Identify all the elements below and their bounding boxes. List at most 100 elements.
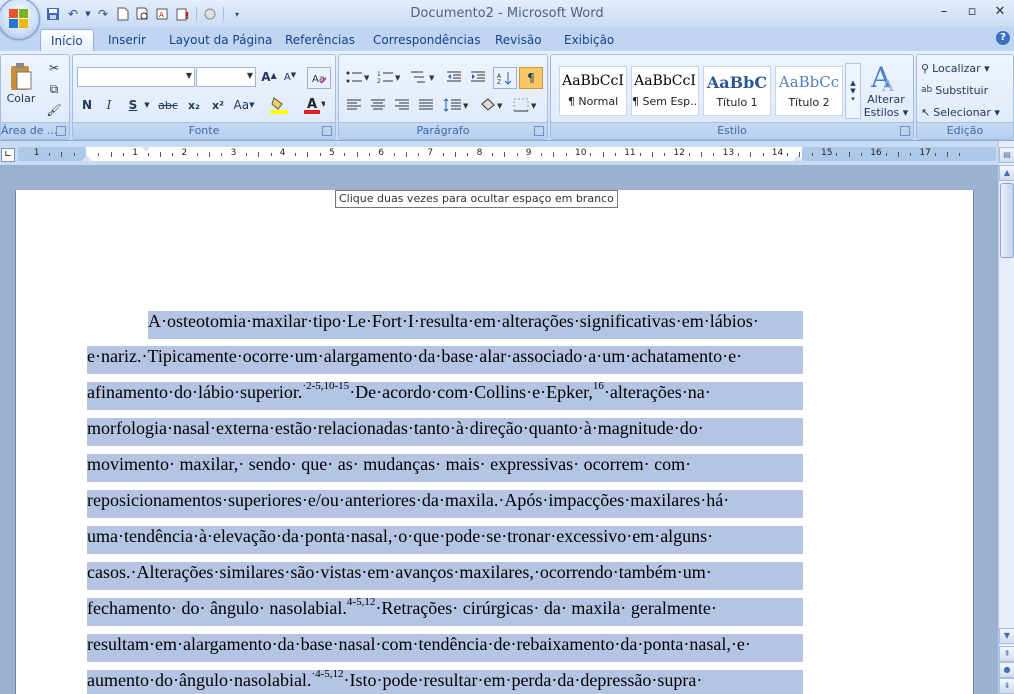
first-line-indent-marker[interactable] xyxy=(141,146,151,152)
increase-indent-icon[interactable] xyxy=(467,67,489,87)
bullets-icon[interactable]: ▼ xyxy=(343,67,371,87)
horizontal-ruler[interactable]: 1 1 2 3 4 5 6 7 8 9 10 11 12 13 14 15 16 17 xyxy=(18,146,996,161)
style-normal[interactable]: AaBbCcI ¶ Normal xyxy=(559,66,627,116)
find-button[interactable]: ⚲ Localizar ▾ xyxy=(921,58,1011,78)
text-line: uma·tendência·à·elevação·da·ponta·nasal,… xyxy=(87,526,803,554)
underline-dropdown-icon[interactable]: ▼ xyxy=(143,95,151,115)
style-titulo-2[interactable]: AaBbCc Título 2 xyxy=(775,66,843,116)
ruler-tick xyxy=(934,153,936,156)
line-spacing-icon[interactable]: ▼ xyxy=(441,95,471,115)
chevron-down-icon[interactable]: ▼ xyxy=(850,87,855,95)
scroll-thumb[interactable] xyxy=(1000,183,1014,258)
ruler-number: 1 xyxy=(132,148,138,158)
shrink-font-icon[interactable]: A ▼ xyxy=(280,67,300,87)
previous-page-icon[interactable]: ⇞ xyxy=(999,646,1014,662)
browse-object-icon[interactable]: ● xyxy=(999,662,1014,678)
window-title: Documento2 - Microsoft Word xyxy=(410,6,604,21)
clear-format-icon[interactable]: Aa xyxy=(307,67,331,89)
scroll-up-icon[interactable]: ▲ xyxy=(999,165,1014,181)
tab-revisao[interactable]: Revisão xyxy=(495,29,542,51)
hanging-indent-marker[interactable] xyxy=(82,155,92,161)
select-button[interactable]: ↖ Selecionar ▾ xyxy=(921,102,1011,122)
change-styles-button[interactable]: AA Alterar Estilos ▾ xyxy=(863,59,909,121)
text-line: e·nariz.·Tipicamente·ocorre·um·alargamen… xyxy=(87,346,803,374)
tab-exibicao[interactable]: Exibição xyxy=(564,29,614,51)
tab-referencias[interactable]: Referências xyxy=(285,29,355,51)
svg-text:Z: Z xyxy=(497,79,501,85)
font-color-icon: A ▼ xyxy=(304,97,325,114)
ruler-tick xyxy=(836,153,838,156)
text-line: resultam·em·alargamento·da·base·nasal·co… xyxy=(87,634,803,662)
show-marks-icon[interactable]: ¶ xyxy=(519,67,543,89)
chevron-up-icon[interactable]: ▲ xyxy=(850,79,855,87)
text-line: casos.·Alterações·similares·são·vistas·e… xyxy=(87,562,803,590)
minimize-icon[interactable]: – xyxy=(930,2,958,22)
numbering-icon[interactable]: 1 2 ▼ xyxy=(375,67,403,87)
scroll-down-icon[interactable]: ▼ xyxy=(999,628,1014,644)
close-icon[interactable]: ✕ xyxy=(986,2,1014,22)
shading-icon[interactable]: ▼ xyxy=(477,95,507,115)
cut-icon[interactable]: ✂ xyxy=(45,58,63,78)
ruler-tick xyxy=(307,152,309,157)
justify-icon[interactable] xyxy=(415,95,437,115)
align-right-icon[interactable] xyxy=(391,95,413,115)
tab-layout[interactable]: Layout da Página xyxy=(169,29,272,51)
font-color-button[interactable]: A ▼ xyxy=(299,95,329,115)
document-page[interactable]: A·osteotomia·maxilar·tipo·Le·Fort·I·resu… xyxy=(15,190,974,694)
bold-button[interactable]: N xyxy=(77,95,97,115)
ruler-tick xyxy=(270,153,272,156)
borders-icon[interactable]: ▼ xyxy=(511,95,541,115)
change-case-button[interactable]: Aa ▼ xyxy=(231,95,257,115)
paste-label: Colar xyxy=(6,91,36,105)
style-sem-espacamento[interactable]: AaBbCcI ¶ Sem Esp... xyxy=(631,66,699,116)
ruler-tick xyxy=(602,152,604,157)
font-size-select[interactable]: ▼ xyxy=(196,67,256,87)
subscript-button[interactable]: x₂ xyxy=(183,95,205,115)
strikethrough-button[interactable]: abc xyxy=(155,95,181,115)
styles-gallery-scroll[interactable]: ▲ ▼ ▾ xyxy=(845,63,861,119)
paragraph-group-label: Parágrafo xyxy=(339,122,547,139)
underline-button[interactable]: S xyxy=(123,95,143,115)
grow-font-icon[interactable]: A ▲ xyxy=(259,67,279,87)
ruler-tick xyxy=(491,153,493,156)
clipboard-launcher-icon[interactable] xyxy=(56,126,66,136)
superscript-button[interactable]: x² xyxy=(207,95,229,115)
italic-button[interactable]: I xyxy=(99,95,119,115)
styles-launcher-icon[interactable] xyxy=(900,126,910,136)
decrease-indent-icon[interactable] xyxy=(443,67,465,87)
highlight-color-button[interactable] xyxy=(265,95,293,115)
right-indent-marker[interactable] xyxy=(793,155,803,161)
ruler-number: 1 xyxy=(33,148,40,158)
replace-button[interactable]: ab Substituir xyxy=(921,80,1011,100)
paragraph-launcher-icon[interactable] xyxy=(534,126,544,136)
copy-icon[interactable]: ⧉ xyxy=(45,79,63,99)
style-titulo-1[interactable]: AaBbC Título 1 xyxy=(703,66,771,116)
multilevel-list-icon[interactable]: ▼ xyxy=(407,67,437,87)
more-icon[interactable]: ▾ xyxy=(851,95,855,103)
svg-text:2: 2 xyxy=(377,78,381,84)
help-icon[interactable]: ? xyxy=(996,31,1010,45)
ruler-tick xyxy=(947,152,948,157)
restore-icon[interactable]: ▫ xyxy=(958,2,986,22)
ruler-tick xyxy=(147,153,149,156)
tab-inicio[interactable]: Início xyxy=(40,29,94,52)
font-name-select[interactable]: ▼ xyxy=(77,67,195,87)
format-painter-brush-icon[interactable]: 🖌 xyxy=(45,100,63,120)
text-line: movimento· maxilar,· sendo· que· as· mud… xyxy=(87,454,803,482)
ruler-tick xyxy=(553,152,555,157)
ruler-number: 6 xyxy=(378,148,384,158)
vertical-scrollbar[interactable]: ▤ ▲ ▼ ⇞ ● ⇟ xyxy=(998,141,1014,694)
tab-correspondencias[interactable]: Correspondências xyxy=(373,29,480,51)
align-center-icon[interactable] xyxy=(367,95,389,115)
sort-icon[interactable]: AZ xyxy=(493,67,517,89)
paste-button[interactable]: Colar xyxy=(4,58,38,108)
chevron-down-icon: ▼ xyxy=(185,71,192,80)
ruler-number: 5 xyxy=(329,148,335,158)
ruler-toggle-icon[interactable]: ▤ xyxy=(999,147,1014,163)
ruler-tick xyxy=(504,152,506,157)
next-page-icon[interactable]: ⇟ xyxy=(999,678,1014,694)
font-launcher-icon[interactable] xyxy=(322,126,332,136)
align-left-icon[interactable] xyxy=(343,95,365,115)
tab-selector-icon[interactable]: ∟ xyxy=(1,148,15,162)
tab-inserir[interactable]: Inserir xyxy=(108,29,146,51)
